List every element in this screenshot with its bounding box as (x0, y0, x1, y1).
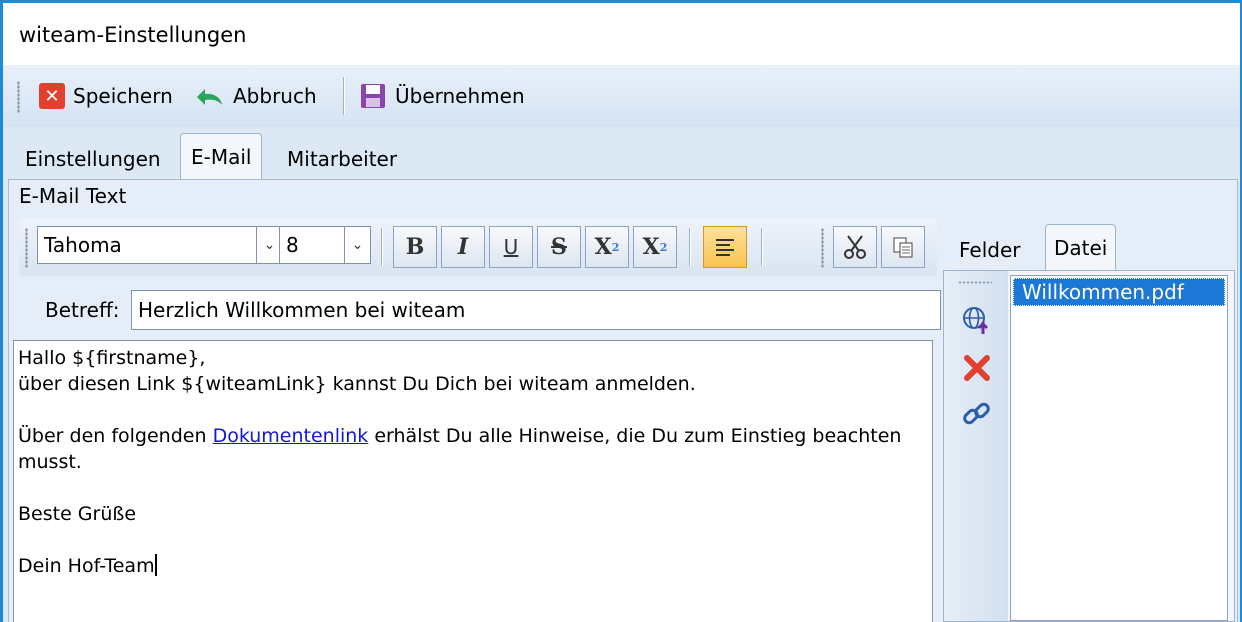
subject-row: Betreff: Herzlich Willkommen bei witeam (19, 288, 941, 332)
tab-felder[interactable]: Felder (951, 230, 1029, 270)
side-tabs: Felder Datei (939, 218, 1237, 270)
font-name-value: Tahoma (44, 233, 122, 257)
body-paragraph: Über den folgenden Dokumentenlink erhäls… (18, 423, 928, 475)
body-last-line: Dein Hof-Team (18, 553, 928, 579)
save-button-label: Speichern (73, 84, 173, 108)
toolbar-separator (689, 228, 690, 266)
side-panel: Felder Datei Willkommen.pdf (939, 218, 1237, 622)
format-toolbar-grip[interactable] (821, 228, 824, 268)
document-link[interactable]: Dokumentenlink (213, 425, 369, 447)
subject-label: Betreff: (45, 298, 120, 322)
file-list[interactable]: Willkommen.pdf (1010, 275, 1228, 621)
tab-datei[interactable]: Datei (1045, 224, 1117, 270)
toolbar-grip[interactable] (17, 81, 20, 113)
body-empty-line (18, 527, 928, 553)
body-line: Beste Grüße (18, 503, 137, 525)
format-toolbar: Tahoma ⌄ 8 ⌄ B I U S X2 X2 (19, 218, 937, 276)
bold-button[interactable]: B (393, 226, 437, 268)
file-list-item[interactable]: Willkommen.pdf (1013, 278, 1225, 306)
main-tabs: Einstellungen E-Mail Mitarbeiter (3, 127, 1240, 179)
tab-mitarbeiter[interactable]: Mitarbeiter (277, 139, 407, 179)
tab-label: Mitarbeiter (287, 147, 398, 171)
apply-button[interactable]: Übernehmen (359, 81, 525, 111)
panel-title: E-Mail Text (19, 184, 127, 208)
body-empty-line (18, 475, 928, 501)
toolbar-separator (381, 228, 382, 266)
tab-label: Einstellungen (25, 147, 161, 171)
save-disk-icon (361, 84, 385, 108)
toolbar-separator (343, 77, 344, 115)
main-toolbar: ✕ Speichern Abbruch Übernehmen (3, 65, 1240, 127)
underline-button[interactable]: U (489, 226, 533, 268)
apply-button-label: Übernehmen (395, 84, 525, 108)
window-title: witeam-Einstellungen (19, 23, 247, 47)
font-size-select[interactable]: 8 ⌄ (279, 226, 371, 264)
cut-button[interactable] (833, 226, 877, 268)
strikethrough-button[interactable]: S (537, 226, 581, 268)
format-toolbar-grip[interactable] (25, 228, 28, 268)
copy-icon (893, 237, 913, 258)
delete-icon (964, 355, 990, 381)
text-caret (154, 554, 157, 576)
tab-label: E-Mail (191, 144, 252, 169)
tools-grip[interactable] (958, 281, 992, 284)
body-line: über diesen Link ${witeamLink} kannst Du… (18, 373, 696, 395)
tab-label: Datei (1054, 235, 1108, 260)
globe-upload-icon (963, 307, 989, 334)
cancel-button-label: Abbruch (233, 84, 317, 108)
font-size-value: 8 (286, 233, 299, 257)
upload-file-button[interactable] (960, 303, 994, 337)
tab-einstellungen[interactable]: Einstellungen (15, 139, 171, 179)
toolbar-separator (761, 228, 762, 266)
copy-button[interactable] (881, 226, 925, 268)
font-name-select[interactable]: Tahoma ⌄ (37, 226, 283, 264)
tab-label: Felder (959, 238, 1021, 262)
file-tools (944, 271, 1008, 621)
italic-button[interactable]: I (441, 226, 485, 268)
delete-file-button[interactable] (960, 351, 994, 385)
cancel-button[interactable]: Abbruch (193, 81, 317, 111)
close-save-icon: ✕ (39, 83, 65, 109)
body-line: Hallo ${firstname}, (18, 347, 206, 369)
undo-icon (197, 89, 222, 105)
title-bar: witeam-Einstellungen (3, 3, 1240, 65)
scissors-icon (844, 235, 866, 259)
body-text: Dein Hof-Team (18, 555, 155, 577)
body-empty-line (18, 397, 928, 423)
link-file-button[interactable] (960, 397, 994, 431)
body-text: Über den folgenden (18, 425, 213, 447)
link-icon (963, 402, 990, 425)
save-button[interactable]: ✕ Speichern (39, 81, 173, 111)
align-left-icon (716, 239, 734, 256)
align-left-button[interactable] (703, 226, 747, 268)
superscript-button[interactable]: X2 (633, 226, 677, 268)
side-panel-body: Willkommen.pdf (943, 270, 1235, 622)
chevron-down-icon[interactable]: ⌄ (344, 227, 370, 263)
email-panel: E-Mail Text Tahoma ⌄ 8 ⌄ B I U S X2 X2 B… (8, 179, 1238, 622)
subscript-button[interactable]: X2 (585, 226, 629, 268)
subject-input[interactable]: Herzlich Willkommen bei witeam (131, 290, 941, 330)
tab-email[interactable]: E-Mail (180, 133, 263, 179)
email-body-editor[interactable]: Hallo ${firstname}, über diesen Link ${w… (13, 340, 933, 622)
